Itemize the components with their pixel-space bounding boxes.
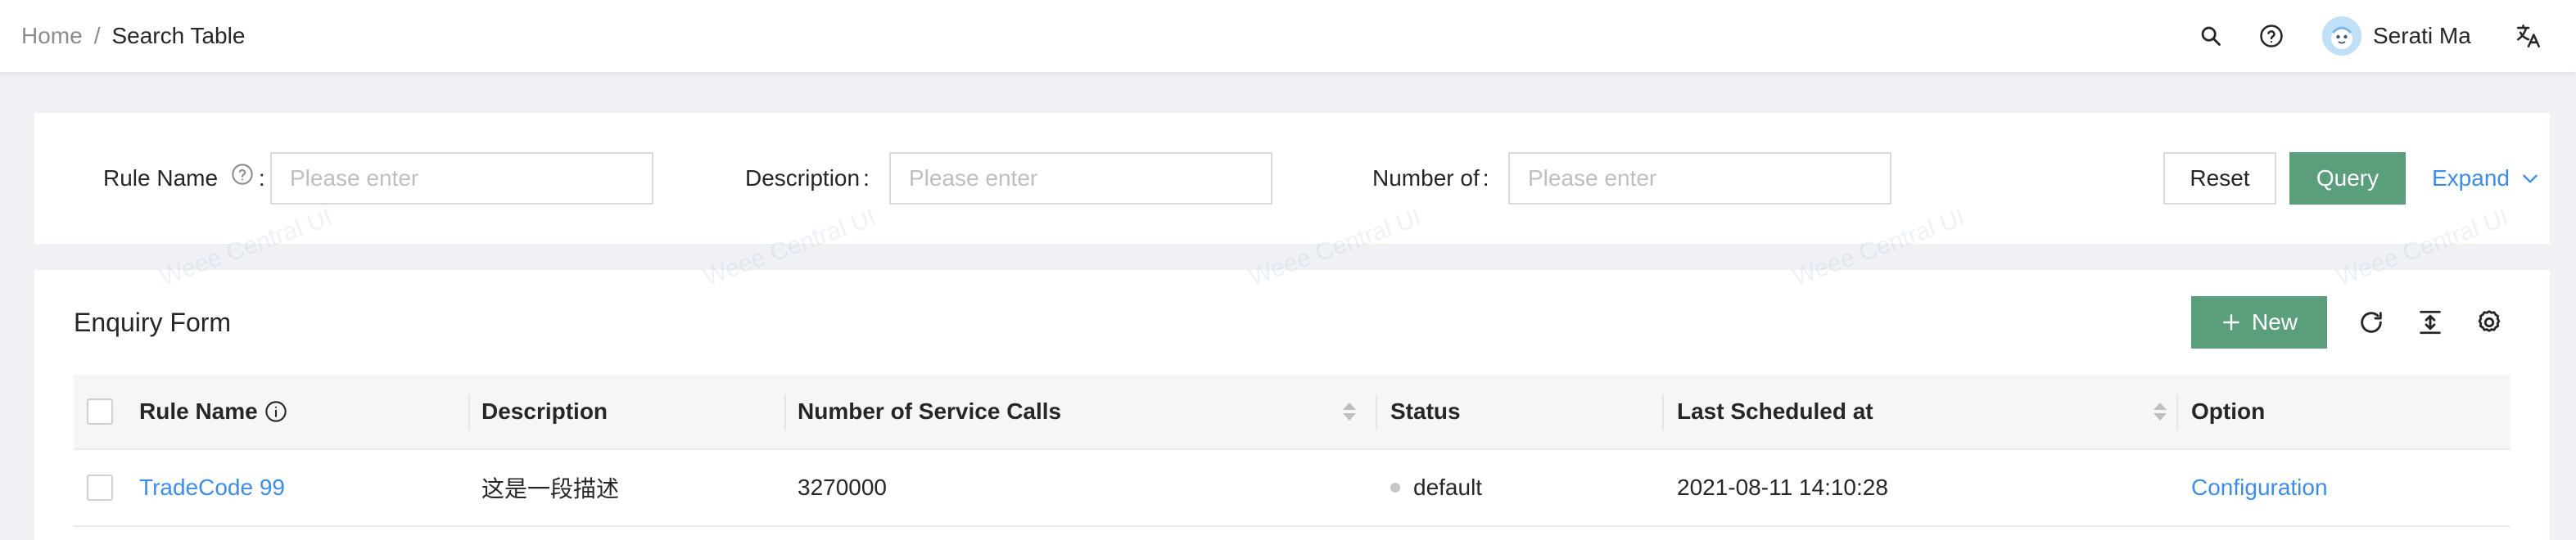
description-cell: 这是一段描述 [481, 476, 620, 502]
query-button[interactable]: Query [2289, 152, 2406, 205]
breadcrumb-current: Search Table [111, 23, 246, 48]
column-divider [784, 394, 786, 430]
column-header-rule-name: Rule Name [139, 375, 287, 448]
breadcrumb: Home / Search Table [21, 0, 245, 72]
search-icon[interactable] [2194, 20, 2227, 52]
column-header-status: Status [1390, 398, 1461, 424]
new-button[interactable]: New [2191, 296, 2327, 349]
filter-label-rule-name: Rule Name : [103, 113, 265, 244]
table-title: Enquiry Form [74, 308, 232, 337]
column-header-description: Description [481, 398, 608, 424]
column-divider [2176, 394, 2178, 430]
breadcrumb-home[interactable]: Home [21, 23, 83, 49]
density-icon[interactable] [2414, 306, 2447, 339]
filter-panel: Rule Name : Description: Number of: Rese… [34, 113, 2550, 244]
chevron-down-icon [2520, 168, 2541, 189]
help-icon[interactable] [2255, 20, 2288, 52]
filter-label-number-of: Number of: [1372, 165, 1489, 191]
column-divider [1662, 394, 1664, 430]
number-of-input[interactable] [1508, 152, 1891, 205]
plus-icon [2221, 312, 2242, 333]
last-scheduled-cell: 2021-08-11 14:10:28 [1677, 475, 1888, 500]
user-name[interactable]: Serati Ma [2373, 0, 2471, 72]
new-label: New [2251, 309, 2298, 335]
sort-icon[interactable] [2153, 375, 2167, 448]
rule-name-link[interactable]: TradeCode 99 [139, 450, 285, 525]
table-header-row: Rule Name Description Number of Service … [74, 375, 2510, 450]
help-circle-icon[interactable] [231, 113, 254, 244]
status-cell: default [1390, 450, 1482, 525]
status-text: default [1413, 475, 1483, 500]
expand-label: Expand [2432, 165, 2510, 191]
column-divider [468, 394, 470, 430]
expand-toggle[interactable]: Expand [2432, 113, 2541, 244]
table-row: TradeCode 99 这是一段描述 3270000 default 2021… [74, 450, 2510, 527]
column-header-last-scheduled[interactable]: Last Scheduled at [1677, 375, 1873, 448]
status-dot [1390, 483, 1400, 493]
table-panel: Enquiry Form New Rule Name Description N… [34, 270, 2550, 540]
sort-icon[interactable] [1343, 375, 1356, 448]
avatar[interactable] [2322, 16, 2361, 56]
settings-icon[interactable] [2473, 306, 2506, 339]
select-all-checkbox-cell [87, 375, 113, 448]
row-checkbox[interactable] [87, 475, 113, 501]
filter-label-description: Description: [745, 165, 870, 191]
column-header-option: Option [2191, 398, 2266, 424]
language-icon[interactable] [2510, 18, 2547, 54]
reset-button[interactable]: Reset [2163, 152, 2276, 205]
description-input[interactable] [889, 152, 1272, 205]
row-checkbox-cell [87, 450, 113, 525]
service-calls-cell: 3270000 [798, 475, 888, 500]
rule-name-input[interactable] [270, 152, 653, 205]
column-header-service-calls[interactable]: Number of Service Calls [798, 375, 1061, 448]
configuration-link[interactable]: Configuration [2191, 450, 2328, 525]
select-all-checkbox[interactable] [87, 398, 113, 425]
column-divider [1376, 394, 1377, 430]
info-icon[interactable] [264, 400, 287, 423]
top-bar: Home / Search Table Serati Ma [0, 0, 2576, 72]
breadcrumb-separator: / [93, 23, 101, 48]
reload-icon[interactable] [2355, 306, 2388, 339]
